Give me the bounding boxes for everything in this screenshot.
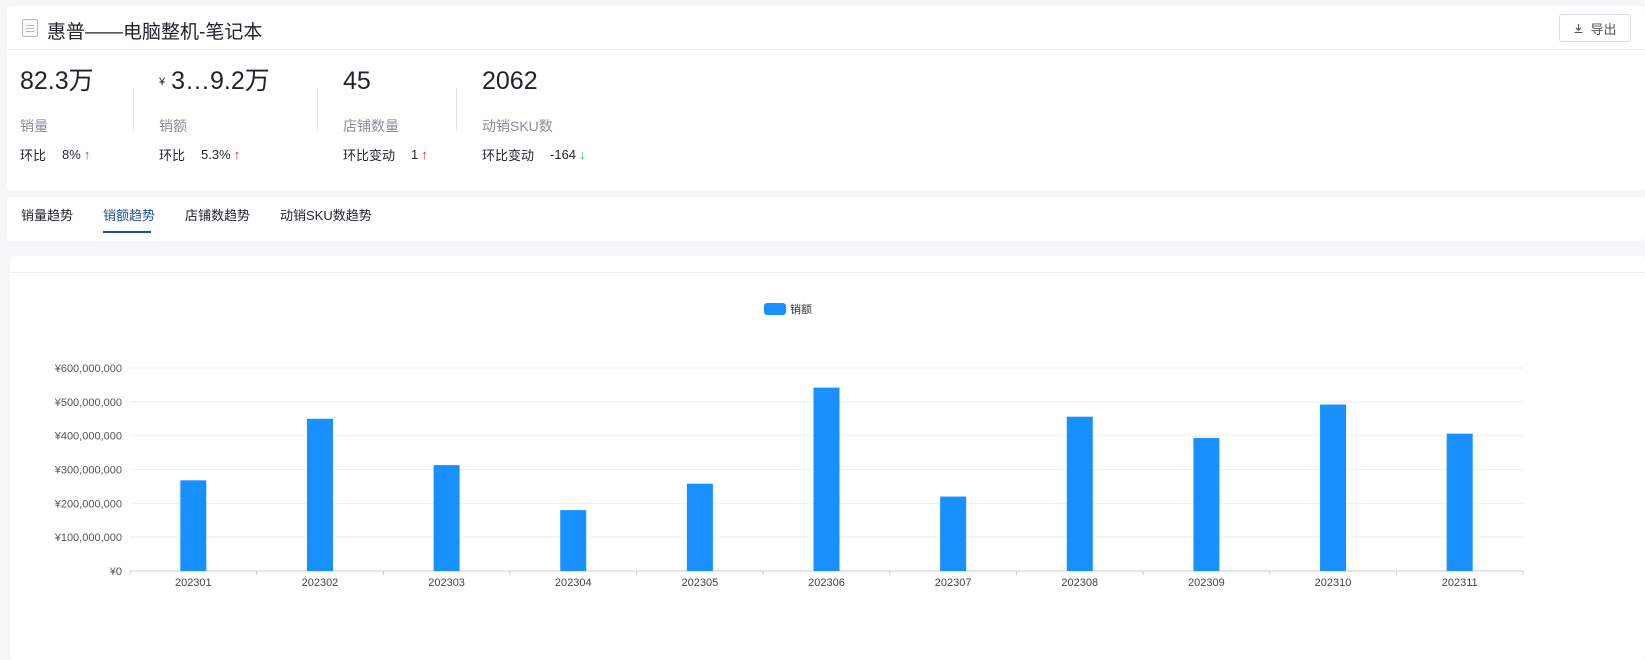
currency-symbol: ¥ [159, 76, 166, 89]
export-label: 导出 [1590, 21, 1617, 37]
bar [1320, 404, 1347, 571]
y-tick-label: ¥0 [109, 566, 122, 578]
x-tick-label: 202301 [175, 577, 212, 589]
metric-value: ¥3…9.2万 [159, 64, 270, 98]
x-tick-label: 202302 [302, 577, 339, 589]
metric-active-sku: 2062 动销SKU数 环比变动 -164 ↓ [482, 64, 586, 163]
bar [1446, 433, 1473, 571]
export-button[interactable]: 导出 [1559, 14, 1631, 42]
bar [686, 483, 713, 571]
metric-value: 45 [343, 67, 371, 95]
change-label: 环比变动 [343, 148, 396, 163]
trend-tabs: 销量趋势 销额趋势 店铺数趋势 动销SKU数趋势 [7, 197, 1645, 241]
x-tick-label: 202304 [555, 577, 592, 589]
bar [306, 418, 333, 571]
bar [1066, 416, 1093, 571]
y-tick-label: ¥500,000,000 [54, 397, 122, 409]
metric-sales-amount: ¥3…9.2万 销额 环比 5.3% ↑ [159, 64, 270, 163]
metric-value-text: 3…9.2万 [171, 67, 270, 95]
x-tick-label: 202303 [428, 577, 465, 589]
metric-store-count: 45 店铺数量 环比变动 1 ↑ [343, 64, 428, 163]
metric-change: 环比变动 1 ↑ [343, 145, 428, 164]
tab-sales-amount-trend[interactable]: 销额趋势 [103, 205, 155, 224]
change-value: -164 [550, 147, 577, 162]
y-tick-label: ¥100,000,000 [54, 532, 122, 544]
change-value: 1 [411, 147, 419, 162]
x-tick-label: 202311 [1442, 577, 1478, 589]
bar [180, 480, 207, 571]
chart-card: 销额 ¥0 ¥100,000,000 ¥200,000,000 ¥300,000,00… [10, 256, 1645, 660]
metric-label: 店铺数量 [343, 118, 399, 134]
tab-sales-volume-trend[interactable]: 销量趋势 [21, 205, 73, 224]
x-tick-label: 202307 [935, 577, 972, 589]
y-tick-label: ¥300,000,000 [54, 465, 122, 477]
change-label: 环比 [20, 148, 47, 163]
metric-change: 环比变动 -164 ↓ [482, 145, 586, 164]
metric-value: 82.3万 [20, 67, 94, 95]
metric-change: 环比 8% ↑ [20, 145, 90, 164]
divider [133, 88, 134, 132]
bar [560, 510, 587, 571]
arrow-down-icon: ↓ [579, 147, 586, 162]
bar [433, 465, 460, 571]
change-value: 8% [62, 147, 81, 162]
arrow-up-icon: ↑ [83, 147, 91, 162]
arrow-up-icon: ↑ [233, 147, 241, 162]
tab-store-count-trend[interactable]: 店铺数趋势 [185, 205, 250, 224]
bar-chart: ¥0 ¥100,000,000 ¥200,000,000 ¥300,000,000 ¥4… [54, 363, 1524, 589]
divider [317, 88, 318, 132]
active-tab-indicator [103, 231, 151, 233]
summary-card: 惠普——电脑整机-笔记本 导出 82.3万 销量 环比 8% ↑ ¥3…9.2万… [7, 6, 1645, 190]
x-tick-label: 202306 [808, 577, 845, 589]
metric-label: 销量 [20, 118, 48, 134]
metric-sales-volume: 82.3万 销量 环比 8% ↑ [20, 64, 94, 163]
change-label: 环比 [159, 148, 186, 163]
metric-label: 动销SKU数 [482, 118, 553, 134]
change-label: 环比变动 [482, 148, 535, 163]
y-tick-label: ¥600,000,000 [54, 363, 122, 375]
metric-value: 2062 [482, 67, 538, 95]
arrow-up-icon: ↑ [421, 147, 428, 162]
divider [456, 88, 457, 132]
x-tick-label: 202310 [1315, 577, 1352, 589]
change-value: 5.3% [201, 147, 231, 162]
metric-change: 环比 5.3% ↑ [159, 145, 240, 164]
document-icon [22, 19, 38, 37]
y-tick-label: ¥400,000,000 [54, 431, 122, 443]
bar [940, 496, 967, 571]
bar [1193, 438, 1220, 571]
download-icon [1574, 23, 1583, 33]
x-tick-label: 202305 [682, 577, 719, 589]
page-title: 惠普——电脑整机-笔记本 [47, 22, 263, 43]
x-tick-label: 202309 [1188, 577, 1225, 589]
metric-label: 销额 [159, 118, 187, 134]
title-bar: 惠普——电脑整机-笔记本 导出 [7, 6, 1645, 50]
tab-active-sku-trend[interactable]: 动销SKU数趋势 [280, 205, 372, 224]
x-tick-label: 202308 [1061, 577, 1098, 589]
bar [813, 387, 840, 571]
y-tick-label: ¥200,000,000 [54, 498, 122, 510]
